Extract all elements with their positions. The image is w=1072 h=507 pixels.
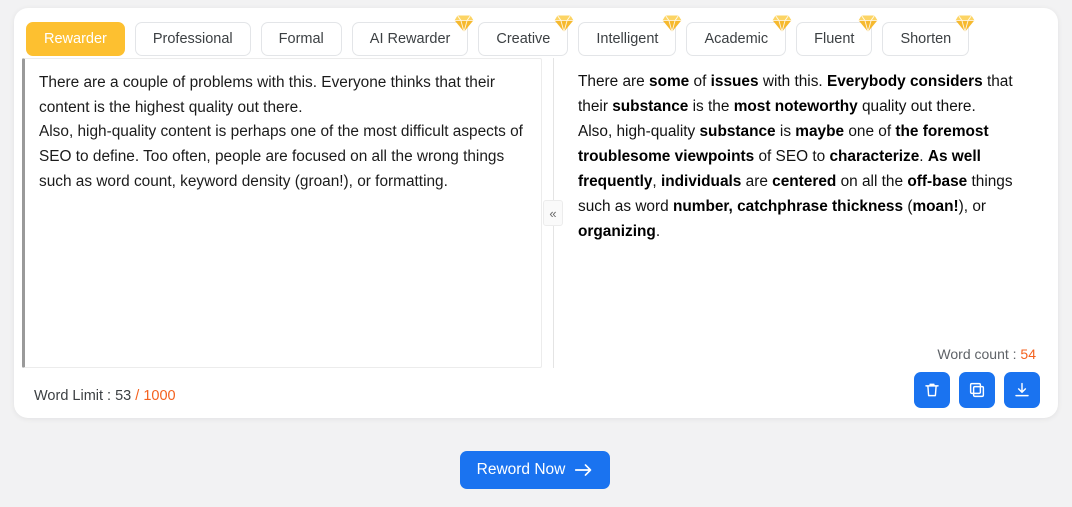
tab-label: Rewarder bbox=[44, 31, 107, 47]
tab-academic[interactable]: Academic bbox=[686, 15, 792, 56]
output-highlight: moan! bbox=[912, 197, 959, 215]
output-highlight: most noteworthy bbox=[733, 97, 858, 115]
input-text[interactable]: There are a couple of problems with this… bbox=[39, 71, 527, 194]
output-highlight: Everybody considers bbox=[826, 73, 983, 90]
word-count: Word count : 54 bbox=[937, 346, 1036, 362]
output-text[interactable]: There are some of issues with this. Ever… bbox=[578, 70, 1034, 245]
premium-gem-icon bbox=[555, 15, 574, 34]
premium-gem-icon bbox=[859, 15, 878, 34]
tab-label: Professional bbox=[152, 31, 233, 47]
download-icon bbox=[1015, 382, 1029, 397]
premium-gem-icon bbox=[455, 15, 474, 34]
tab-label: Formal bbox=[278, 31, 324, 47]
word-count-label: Word count : bbox=[937, 346, 1021, 362]
output-panel: There are some of issues with this. Ever… bbox=[564, 58, 1050, 368]
tab-creative[interactable]: Creative bbox=[478, 15, 574, 56]
tab-intelligent[interactable]: Intelligent bbox=[578, 15, 682, 56]
output-highlight: characterize bbox=[829, 147, 920, 165]
word-limit-label: Word Limit : bbox=[34, 388, 116, 404]
input-panel[interactable]: There are a couple of problems with this… bbox=[22, 58, 542, 368]
output-highlight: substance bbox=[612, 97, 689, 115]
output-highlight: number, catchphrase thickness bbox=[672, 197, 904, 215]
premium-gem-icon bbox=[663, 15, 682, 34]
tab-formal[interactable]: Formal bbox=[260, 22, 342, 56]
delete-button[interactable] bbox=[914, 372, 950, 408]
output-highlight: maybe bbox=[795, 122, 845, 140]
tab-rewarder[interactable]: Rewarder bbox=[26, 22, 125, 56]
word-limit-max: / 1000 bbox=[131, 388, 176, 404]
trash-icon bbox=[925, 383, 939, 397]
tab-label: Shorten bbox=[900, 31, 952, 47]
rewriter-card: Rewarder Professional Formal AI Rewarder Cre… bbox=[14, 8, 1058, 418]
tab-label: Academic bbox=[704, 31, 769, 47]
output-highlight: individuals bbox=[660, 172, 742, 190]
output-highlight: centered bbox=[772, 172, 837, 190]
mode-tab-list: Rewarder Professional Formal AI Rewarder Cre… bbox=[26, 15, 975, 56]
editor-area: There are a couple of problems with this… bbox=[22, 58, 1050, 370]
chevron-double-left-icon: « bbox=[549, 205, 557, 221]
output-actions bbox=[914, 372, 1040, 408]
premium-gem-icon bbox=[772, 15, 792, 34]
tab-label: Intelligent bbox=[596, 31, 659, 47]
word-limit: Word Limit : 53 / 1000 bbox=[34, 388, 176, 404]
tab-shorten[interactable]: Shorten bbox=[882, 15, 975, 56]
output-highlight: substance bbox=[699, 122, 776, 140]
copy-icon bbox=[969, 382, 985, 398]
reword-now-label: Reword Now bbox=[476, 461, 566, 478]
tab-label: Fluent bbox=[814, 31, 855, 47]
collapse-panel-button[interactable]: « bbox=[543, 200, 563, 226]
tab-label: Creative bbox=[496, 31, 551, 47]
output-highlight: off-base bbox=[907, 172, 968, 190]
word-count-value: 54 bbox=[1020, 346, 1036, 362]
word-limit-current: 53 bbox=[115, 388, 132, 404]
panel-divider: « bbox=[542, 58, 564, 368]
tab-ai-rewarder[interactable]: AI Rewarder bbox=[351, 15, 474, 56]
reword-now-button[interactable]: Reword Now bbox=[460, 451, 610, 489]
tab-fluent[interactable]: Fluent bbox=[796, 15, 878, 56]
premium-gem-icon bbox=[955, 15, 975, 34]
copy-button[interactable] bbox=[959, 372, 995, 408]
tab-label: AI Rewarder bbox=[369, 31, 451, 47]
arrow-right-icon bbox=[575, 464, 592, 476]
output-highlight: issues bbox=[710, 73, 759, 90]
page-root: Rewarder Professional Formal AI Rewarder Cre… bbox=[0, 0, 1072, 507]
download-button[interactable] bbox=[1004, 372, 1040, 408]
output-highlight: some bbox=[649, 73, 690, 90]
output-highlight: organizing bbox=[578, 222, 656, 240]
tab-professional[interactable]: Professional bbox=[134, 22, 251, 56]
